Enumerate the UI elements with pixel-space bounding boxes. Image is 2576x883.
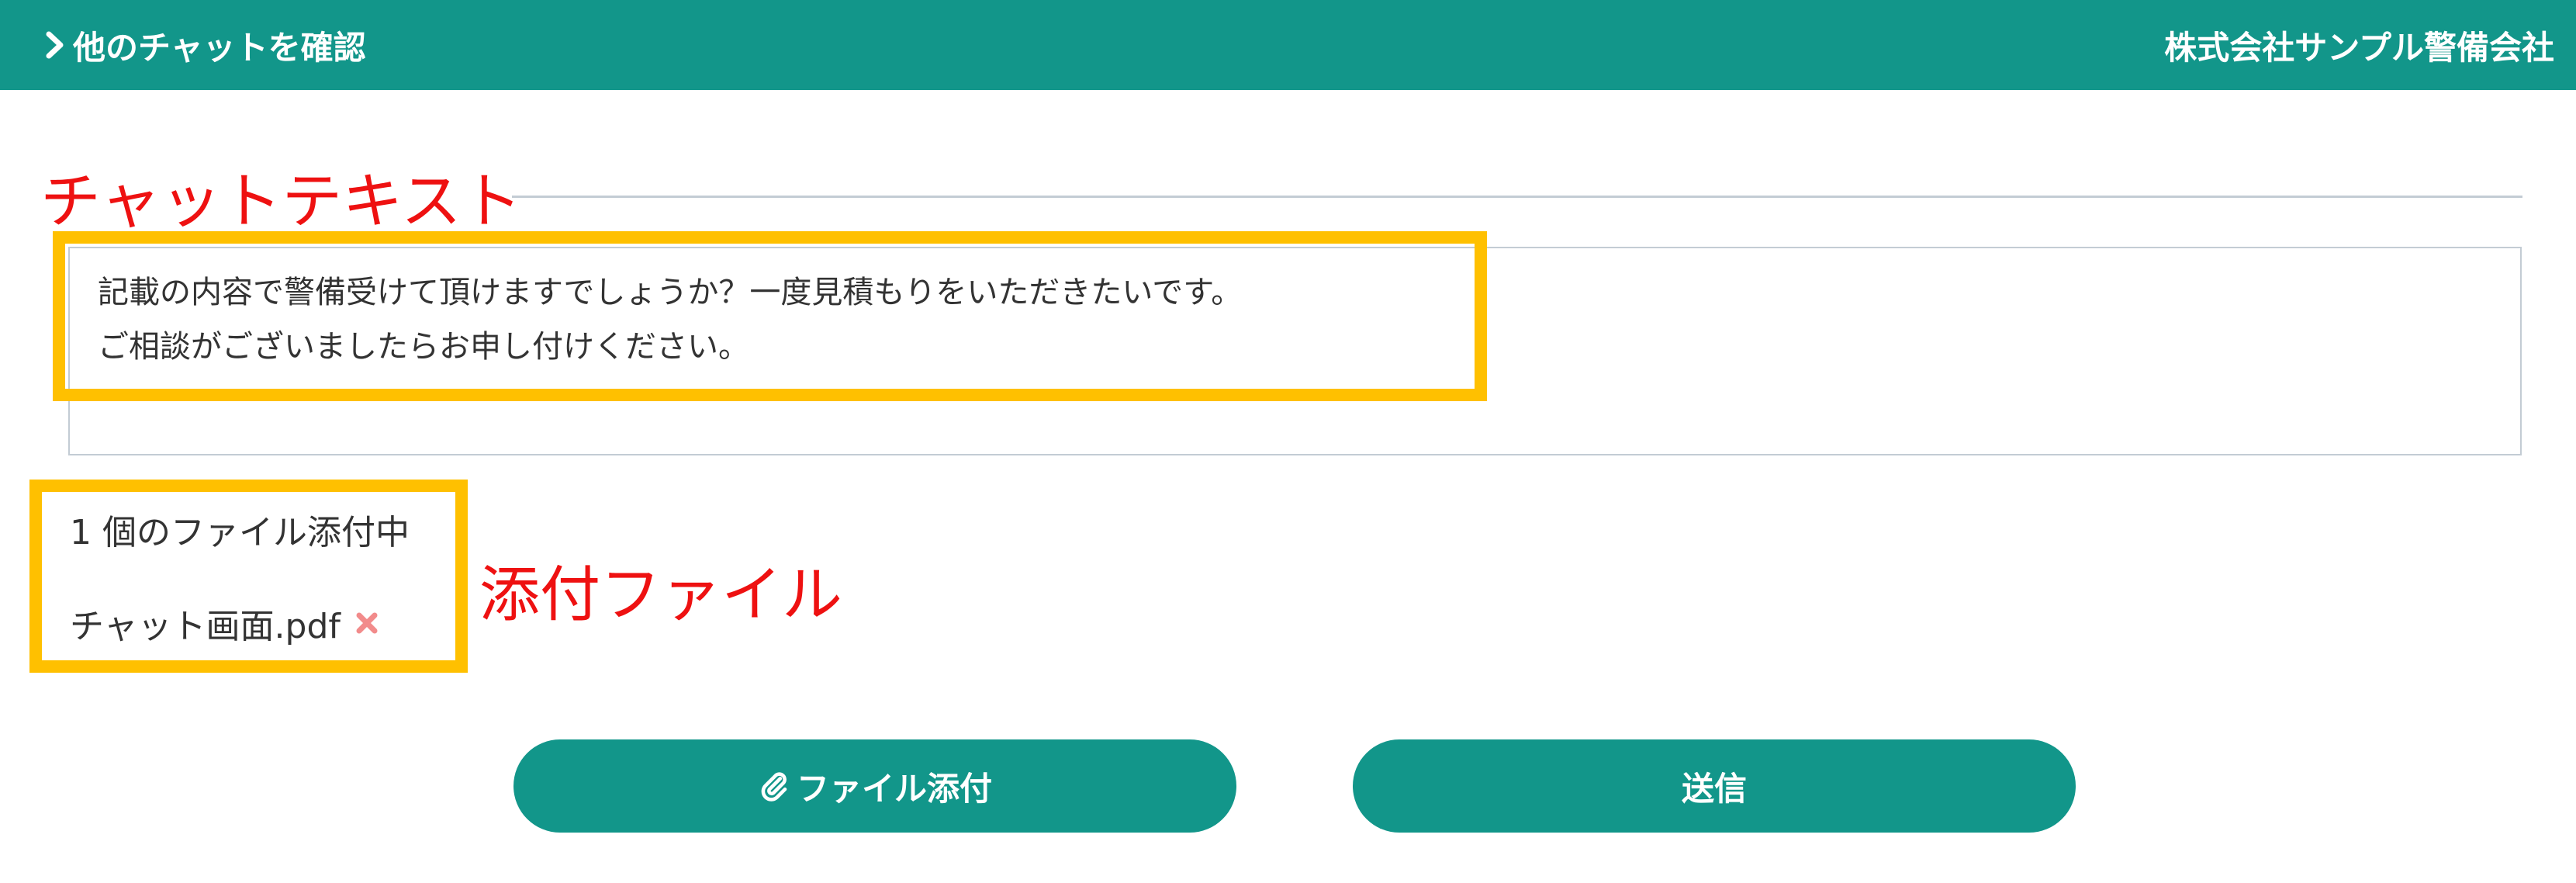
chat-message-input[interactable]: 記載の内容で警備受けて頂けますでしょうか？一度見積もりをいただきたいです。 ご相… [68,247,2522,455]
send-label: 送信 [1681,769,1747,808]
send-button[interactable]: 送信 [1353,739,2076,833]
chevron-right-icon [45,31,65,59]
attachment-count: 1 個のファイル添付中 [70,513,410,552]
attach-file-label: ファイル添付 [796,769,992,808]
attachment-item: チャット画面.pdf [70,597,379,649]
company-name: 株式会社サンプル警備会社 [2164,28,2554,67]
attach-file-button[interactable]: ファイル添付 [513,739,1236,833]
view-other-chats-label: 他のチャットを確認 [73,28,366,67]
attachment-annotation: 添付ファイル [479,560,843,630]
section-divider [512,196,2522,198]
attachment-file-name: チャット画面.pdf [70,607,341,646]
view-other-chats-link[interactable]: 他のチャットを確認 [45,17,366,73]
chat-text-annotation: チャットテキスト [40,167,522,237]
remove-attachment-button[interactable] [354,611,379,635]
close-icon [356,612,378,634]
top-bar: 他のチャットを確認 株式会社サンプル警備会社 [0,0,2576,90]
paperclip-icon [761,772,787,802]
